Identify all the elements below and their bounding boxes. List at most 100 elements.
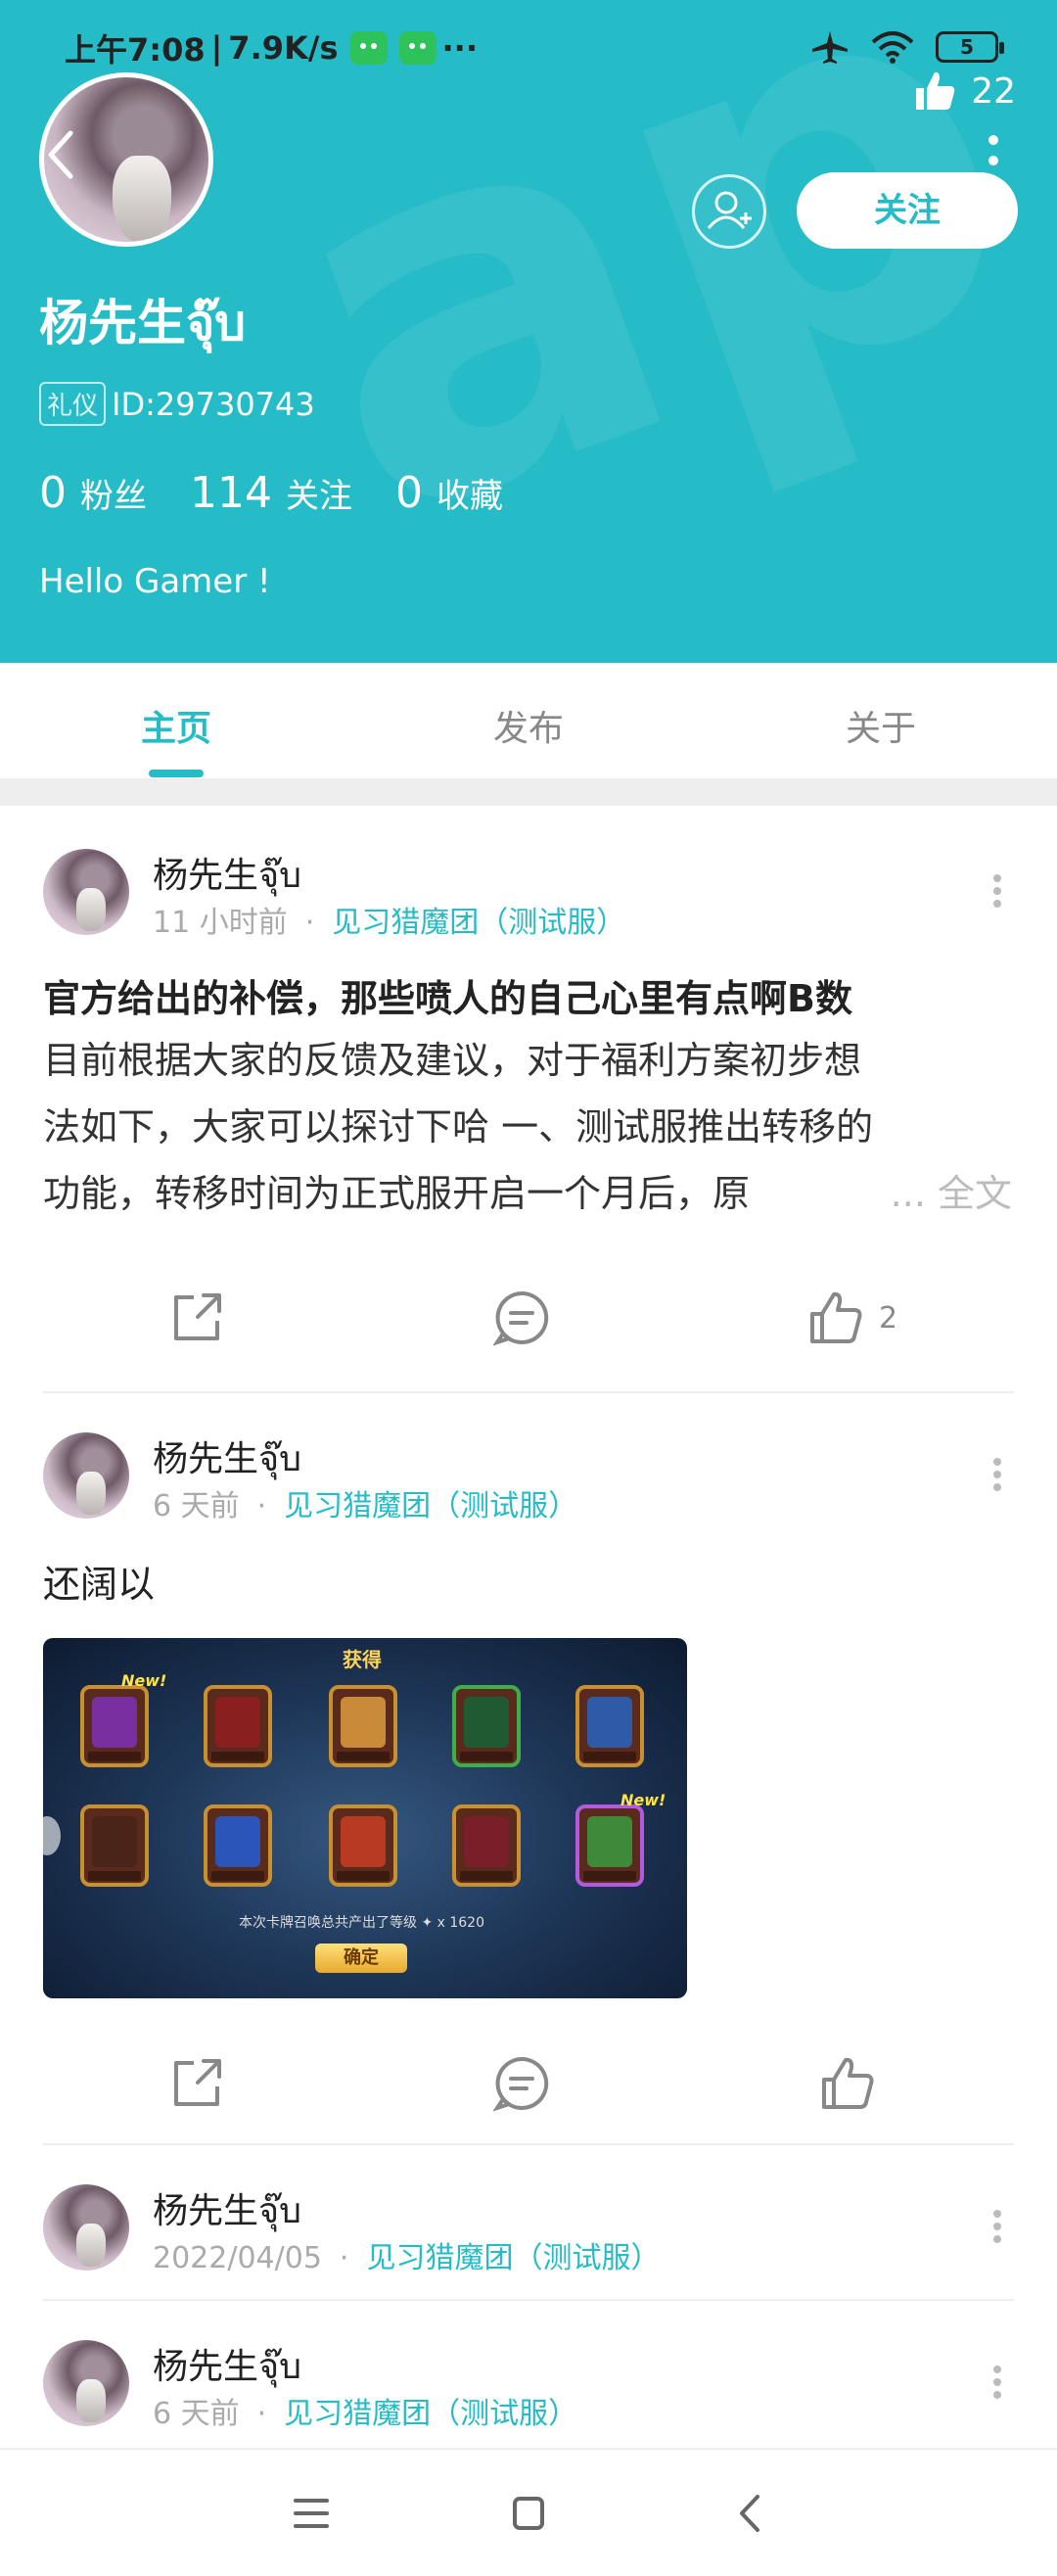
game-card xyxy=(204,1685,272,1767)
profile-stats: 0 粉丝 114 关注 0 收藏 xyxy=(39,468,546,518)
image-left-handle xyxy=(43,1816,61,1855)
more-notifications: ··· xyxy=(441,29,478,67)
profile-header: ap 上午7:08 | 7.9K/s ··· 5 22 关注 杨先生จุ๊บ 礼… xyxy=(0,0,1057,663)
wifi-icon xyxy=(871,31,914,64)
post-avatar[interactable] xyxy=(43,1432,129,1519)
post-meta: 6 天前 · 见习猎魔团（测试服） xyxy=(153,1489,578,1523)
post-author[interactable]: 杨先生จุ๊บ xyxy=(153,1430,301,1486)
comment-icon xyxy=(493,2056,549,2112)
section-divider xyxy=(0,778,1057,806)
post-circle-link[interactable]: 见习猎魔团（测试服） xyxy=(366,2241,660,2275)
comment-button[interactable] xyxy=(493,2049,550,2118)
profile-like-count: 22 xyxy=(971,70,1016,112)
game-card xyxy=(452,1804,521,1887)
network-speed: 7.9K/s xyxy=(228,29,339,67)
game-card xyxy=(575,1804,644,1887)
share-button[interactable] xyxy=(168,1284,225,1352)
image-caption: 本次卡牌召唤总共产出了等级 ✦ x 1620 xyxy=(239,1915,484,1931)
post-more-icon[interactable] xyxy=(992,2210,1002,2243)
wechat-icon-2 xyxy=(398,31,437,65)
thumbs-up-outline-icon xyxy=(810,1291,862,1343)
post-time: 6 天前 xyxy=(153,1489,240,1523)
profile-username: 杨先生จุ๊บ xyxy=(39,295,247,351)
game-card xyxy=(80,1685,149,1767)
post-actions xyxy=(0,2049,1057,2118)
status-time: 上午7:08 xyxy=(65,31,206,69)
menu-icon[interactable] xyxy=(282,2489,341,2538)
comment-button[interactable] xyxy=(493,1284,550,1352)
profile-bio: Hello Gamer ! xyxy=(39,562,271,601)
post-author[interactable]: 杨先生จุ๊บ xyxy=(153,2182,301,2238)
post-text[interactable]: 还阔以 xyxy=(43,1554,155,1608)
share-icon xyxy=(174,2059,221,2106)
tab-home[interactable]: 主页 xyxy=(0,663,352,778)
post-avatar[interactable] xyxy=(43,2184,129,2271)
post-more-icon[interactable] xyxy=(992,874,1002,908)
post-actions: 2 xyxy=(0,1284,1057,1352)
game-card xyxy=(204,1804,272,1887)
new-badge: New! xyxy=(121,1671,167,1690)
post-image[interactable]: 获得 New! New! 本次卡牌召唤总共产出了等级 ✦ x 1620 确定 xyxy=(43,1638,687,1998)
post-circle-link[interactable]: 见习猎魔团（测试服） xyxy=(284,1489,577,1523)
share-button[interactable] xyxy=(168,2049,225,2118)
post-meta: 2022/04/05 · 见习猎魔团（测试服） xyxy=(153,2241,661,2275)
read-full-link[interactable]: ... 全文 xyxy=(891,1160,1012,1227)
game-card xyxy=(452,1685,521,1767)
game-card xyxy=(329,1804,397,1887)
thumbs-up-outline-icon xyxy=(822,2057,874,2109)
post-divider xyxy=(43,1391,1014,1393)
like-count: 2 xyxy=(879,1300,898,1335)
like-button[interactable] xyxy=(820,2049,875,2118)
profile-id-row: 礼仪 ID:29730743 xyxy=(39,382,315,426)
profile-tag: 礼仪 xyxy=(39,382,107,426)
post-divider xyxy=(43,2143,1014,2145)
stat-fans[interactable]: 0 粉丝 xyxy=(39,468,147,518)
post-author[interactable]: 杨先生จุ๊บ xyxy=(153,847,301,903)
post-more-icon[interactable] xyxy=(992,1458,1002,1491)
tab-about[interactable]: 关于 xyxy=(705,663,1057,778)
post-circle-link[interactable]: 见习猎魔团（测试服） xyxy=(284,2397,577,2431)
post-excerpt: 目前根据大家的反馈及建议，对于福利方案初步想法如下，大家可以探讨下哈 一、测试服… xyxy=(43,1039,874,1215)
post-time: 11 小时前 xyxy=(153,906,288,940)
system-navigation-bar xyxy=(0,2448,1057,2576)
post-body[interactable]: ... 全文 目前根据大家的反馈及建议，对于福利方案初步想法如下，大家可以探讨下哈… xyxy=(43,1027,1012,1227)
share-icon xyxy=(174,1293,221,1340)
post-avatar[interactable] xyxy=(43,849,129,935)
image-title: 获得 xyxy=(343,1648,382,1671)
tab-posts[interactable]: 发布 xyxy=(352,663,705,778)
airplane-icon xyxy=(812,31,848,64)
post-time: 6 天前 xyxy=(153,2397,240,2431)
battery-icon: 5 xyxy=(936,31,1004,63)
back-triangle-icon[interactable] xyxy=(722,2489,781,2538)
back-arrow-icon[interactable] xyxy=(43,125,82,184)
add-friend-button[interactable] xyxy=(692,174,766,249)
post-avatar[interactable] xyxy=(43,2340,129,2426)
profile-tabs: 主页 发布 关于 xyxy=(0,663,1057,778)
status-right: 5 xyxy=(810,29,1004,65)
game-card xyxy=(329,1685,397,1767)
new-badge: New! xyxy=(620,1791,666,1809)
add-user-icon xyxy=(707,191,752,229)
thumbs-up-icon xyxy=(916,71,955,110)
wechat-icon xyxy=(349,31,388,65)
post-meta: 11 小时前 · 见习猎魔团（测试服） xyxy=(153,906,626,940)
comment-icon xyxy=(493,1290,549,1346)
post-title[interactable]: 官方给出的补偿，那些喷人的自己心里有点啊B数 xyxy=(43,968,1012,1022)
image-confirm-label: 确定 xyxy=(315,1944,407,1973)
profile-like[interactable]: 22 xyxy=(914,70,1016,112)
game-card xyxy=(575,1685,644,1767)
post-divider xyxy=(43,2299,1014,2301)
home-square-icon[interactable] xyxy=(499,2489,558,2538)
profile-id: ID:29730743 xyxy=(112,385,315,423)
follow-button[interactable]: 关注 xyxy=(797,172,1018,249)
stat-favorites[interactable]: 0 收藏 xyxy=(395,468,503,518)
game-card xyxy=(80,1804,149,1887)
post-meta: 6 天前 · 见习猎魔团（测试服） xyxy=(153,2397,578,2431)
status-left: 上午7:08 | 7.9K/s ··· xyxy=(65,25,478,70)
post-time: 2022/04/05 xyxy=(153,2241,322,2275)
like-button[interactable]: 2 xyxy=(808,1284,897,1352)
post-more-icon[interactable] xyxy=(992,2365,1002,2399)
post-circle-link[interactable]: 见习猎魔团（测试服） xyxy=(332,906,625,940)
post-author[interactable]: 杨先生จุ๊บ xyxy=(153,2338,301,2394)
stat-following[interactable]: 114 关注 xyxy=(190,468,352,518)
